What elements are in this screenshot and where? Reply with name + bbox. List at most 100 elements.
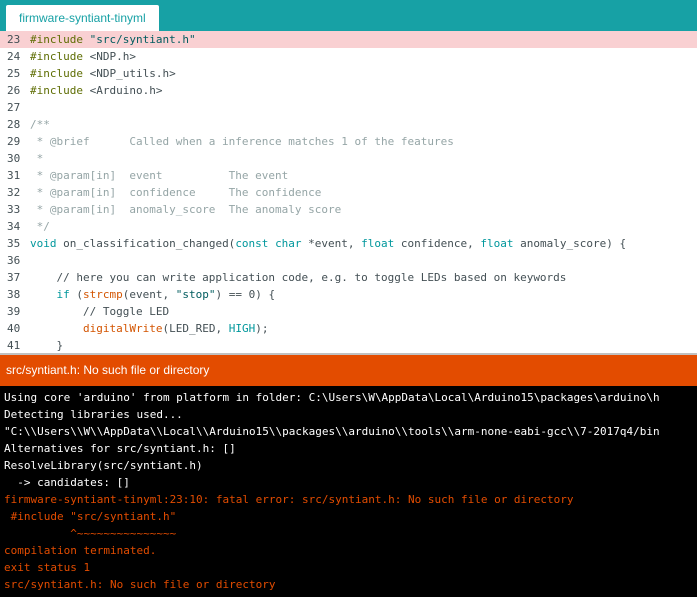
code-token: ); bbox=[255, 322, 269, 335]
console-line: "C:\\Users\\W\\AppData\\Local\\Arduino15… bbox=[4, 425, 660, 438]
code-text: * @brief Called when a inference matches… bbox=[29, 133, 454, 150]
code-text: /** bbox=[29, 116, 50, 133]
code-token: (LED_RED, bbox=[162, 322, 229, 335]
line-number: 25 bbox=[7, 67, 21, 80]
console-line: exit status 1 bbox=[4, 561, 91, 574]
line-number: 35 bbox=[7, 237, 21, 250]
code-line[interactable]: 25 #include <NDP_utils.h> bbox=[0, 65, 697, 82]
code-line[interactable]: 28 /** bbox=[0, 116, 697, 133]
console-line: src/syntiant.h: No such file or director… bbox=[4, 578, 276, 591]
code-line[interactable]: 39 // Toggle LED bbox=[0, 303, 697, 320]
line-number: 26 bbox=[7, 84, 21, 97]
code-text: if (strcmp(event, "stop") == 0) { bbox=[29, 286, 276, 303]
console-line: Detecting libraries used... bbox=[4, 408, 183, 421]
code-line[interactable]: 41 } bbox=[0, 337, 697, 353]
line-number: 24 bbox=[7, 50, 21, 63]
line-number: 36 bbox=[7, 254, 21, 267]
code-token: <NDP.h> bbox=[89, 50, 136, 63]
code-text: */ bbox=[29, 218, 50, 235]
code-token: * @param[in] confidence The confidence bbox=[30, 186, 322, 199]
code-token: "stop" bbox=[175, 288, 216, 301]
code-token: // here you can write application code, … bbox=[30, 271, 567, 284]
code-line[interactable]: 30 * bbox=[0, 150, 697, 167]
code-line[interactable]: 35 void on_classification_changed(const c… bbox=[0, 235, 697, 252]
console-line: #include "src/syntiant.h" bbox=[4, 510, 177, 523]
code-token: float bbox=[480, 237, 514, 250]
code-line[interactable]: 37 // here you can write application cod… bbox=[0, 269, 697, 286]
line-number: 23 bbox=[7, 33, 21, 46]
code-line[interactable]: 31 * @param[in] event The event bbox=[0, 167, 697, 184]
code-token: // Toggle LED bbox=[30, 305, 170, 318]
console-line: Alternatives for src/syntiant.h: [] bbox=[4, 442, 236, 455]
code-token: /** bbox=[30, 118, 50, 131]
code-token: const bbox=[235, 237, 269, 250]
status-bar: src/syntiant.h: No such file or director… bbox=[0, 353, 697, 386]
code-token: anomaly_score) { bbox=[513, 237, 627, 250]
code-token: strcmp bbox=[83, 288, 123, 301]
code-token: ( bbox=[69, 288, 83, 301]
code-text: void on_classification_changed(const cha… bbox=[29, 235, 626, 252]
code-line[interactable]: 36 bbox=[0, 252, 697, 269]
code-text: // here you can write application code, … bbox=[29, 269, 566, 286]
console-line: -> candidates: [] bbox=[4, 476, 130, 489]
code-line[interactable]: 27 bbox=[0, 99, 697, 116]
console-output[interactable]: Using core 'arduino' from platform in fo… bbox=[0, 386, 697, 597]
code-token: HIGH bbox=[228, 322, 256, 335]
code-token: } bbox=[30, 339, 64, 352]
code-token: confidence, bbox=[394, 237, 481, 250]
line-number: 34 bbox=[7, 220, 21, 233]
code-token: * @param[in] anomaly_score The anomaly s… bbox=[30, 203, 342, 216]
line-number: 31 bbox=[7, 169, 21, 182]
line-number: 40 bbox=[7, 322, 21, 335]
code-line[interactable]: 23 #include "src/syntiant.h" bbox=[0, 31, 697, 48]
line-number: 39 bbox=[7, 305, 21, 318]
console-line: firmware-syntiant-tinyml:23:10: fatal er… bbox=[4, 493, 574, 506]
code-token: */ bbox=[30, 220, 50, 233]
code-token: if bbox=[56, 288, 70, 301]
line-number: 33 bbox=[7, 203, 21, 216]
code-token: #include bbox=[30, 67, 90, 80]
code-line[interactable]: 26 #include <Arduino.h> bbox=[0, 82, 697, 99]
code-token: * @brief Called when a inference matches… bbox=[30, 135, 454, 148]
code-editor[interactable]: 23 #include "src/syntiant.h" 24 #include <N… bbox=[0, 31, 697, 353]
code-line[interactable]: 40 digitalWrite(LED_RED, HIGH); bbox=[0, 320, 697, 337]
console-line: compilation terminated. bbox=[4, 544, 157, 557]
code-text: } bbox=[29, 337, 63, 353]
line-number: 29 bbox=[7, 135, 21, 148]
code-line[interactable]: 38 if (strcmp(event, "stop") == 0) { bbox=[0, 286, 697, 303]
console-line: Using core 'arduino' from platform in fo… bbox=[4, 391, 660, 404]
code-token: * @param[in] event The event bbox=[30, 169, 289, 182]
code-token: #include bbox=[30, 33, 90, 46]
code-token: <NDP_utils.h> bbox=[89, 67, 176, 80]
code-line[interactable]: 24 #include <NDP.h> bbox=[0, 48, 697, 65]
code-token: #include bbox=[30, 50, 90, 63]
code-token: *event, bbox=[301, 237, 362, 250]
tab-bar: firmware-syntiant-tinyml bbox=[0, 0, 697, 31]
code-token: digitalWrite bbox=[82, 322, 163, 335]
code-text: #include <NDP.h> bbox=[29, 48, 136, 65]
code-text: * @param[in] event The event bbox=[29, 167, 289, 184]
code-token: on_classification_changed( bbox=[56, 237, 236, 250]
code-token: "src/syntiant.h" bbox=[89, 33, 196, 46]
console-line: ResolveLibrary(src/syntiant.h) bbox=[4, 459, 203, 472]
code-text: #include "src/syntiant.h" bbox=[29, 31, 196, 48]
code-token: ) == 0) { bbox=[215, 288, 276, 301]
code-text: digitalWrite(LED_RED, HIGH); bbox=[29, 320, 268, 337]
tab-firmware-syntiant-tinyml[interactable]: firmware-syntiant-tinyml bbox=[6, 5, 159, 31]
code-text: // Toggle LED bbox=[29, 303, 169, 320]
code-token: float bbox=[361, 237, 395, 250]
code-token: #include bbox=[30, 84, 90, 97]
code-line[interactable]: 29 * @brief Called when a inference matc… bbox=[0, 133, 697, 150]
code-text: * @param[in] anomaly_score The anomaly s… bbox=[29, 201, 342, 218]
status-message: src/syntiant.h: No such file or director… bbox=[6, 363, 210, 377]
code-line[interactable]: 32 * @param[in] confidence The confidenc… bbox=[0, 184, 697, 201]
code-text: * bbox=[29, 150, 44, 167]
code-line[interactable]: 34 */ bbox=[0, 218, 697, 235]
code-token: <Arduino.h> bbox=[89, 84, 163, 97]
line-number: 38 bbox=[7, 288, 21, 301]
code-text: #include <Arduino.h> bbox=[29, 82, 162, 99]
console-line: ^~~~~~~~~~~~~~~~ bbox=[4, 527, 177, 540]
code-text: #include <NDP_utils.h> bbox=[29, 65, 176, 82]
code-line[interactable]: 33 * @param[in] anomaly_score The anomal… bbox=[0, 201, 697, 218]
